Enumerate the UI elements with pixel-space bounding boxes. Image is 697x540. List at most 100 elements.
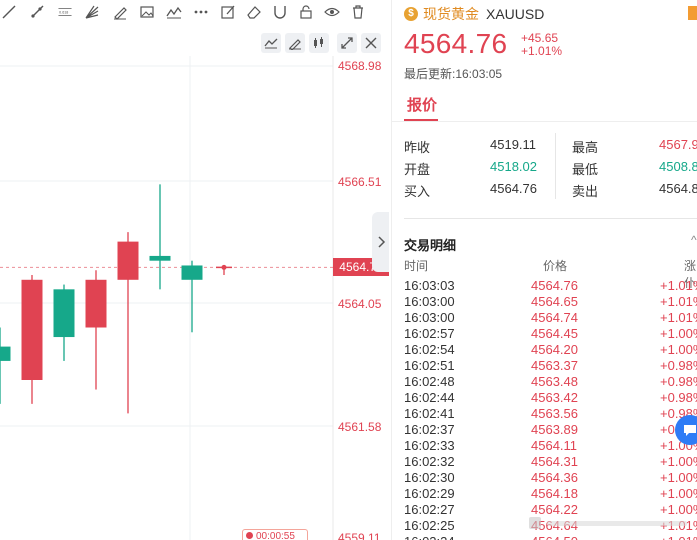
- chart-area[interactable]: 0.618 4568.98 4566.51 4564.05 4561.58 45…: [0, 0, 390, 540]
- change-absolute: +45.65: [521, 31, 559, 45]
- gann-fan-icon[interactable]: [83, 3, 101, 21]
- clock-icon: [246, 532, 253, 539]
- trade-row: 16:02:54 4564.20 +1.00%: [392, 342, 697, 358]
- chat-button[interactable]: [675, 415, 697, 445]
- trade-price: 4564.36: [531, 470, 578, 485]
- trend-line-icon[interactable]: [0, 3, 18, 21]
- trade-price: 4564.50: [531, 534, 578, 540]
- trade-time: 16:02:41: [404, 406, 455, 421]
- y-axis-label: 4564.05: [338, 297, 382, 311]
- close-chart-button[interactable]: [361, 33, 381, 53]
- trade-row: 16:02:57 4564.45 +1.00%: [392, 326, 697, 342]
- bar-countdown: 00:00:55: [242, 529, 308, 540]
- panel-collapse-button[interactable]: [372, 212, 389, 272]
- high-value: 4567.9: [659, 137, 697, 152]
- candle-body: [117, 241, 139, 280]
- trade-row: 16:02:51 4563.37 +0.98%: [392, 358, 697, 374]
- bid-value: 4564.76: [490, 181, 537, 196]
- trade-change: +1.00%: [660, 470, 697, 485]
- watermark-logo: [529, 517, 687, 529]
- y-axis-label: 4568.98: [338, 59, 382, 73]
- candle-body: [21, 279, 43, 380]
- bookmark-icon[interactable]: [688, 6, 697, 20]
- quote-divider: [555, 133, 556, 199]
- trade-price: 4564.31: [531, 454, 578, 469]
- trade-time: 16:02:51: [404, 358, 455, 373]
- ask-value: 4564.8: [659, 181, 697, 196]
- fib-label: 0.618: [59, 10, 68, 14]
- chart-type-button[interactable]: [309, 33, 329, 53]
- draw-toggle-button[interactable]: [285, 33, 305, 53]
- trade-time: 16:02:25: [404, 518, 455, 533]
- tab-divider: [392, 121, 697, 122]
- high-label: 最高: [572, 140, 599, 155]
- trade-time: 16:02:33: [404, 438, 455, 453]
- y-axis-label: 4566.51: [338, 175, 382, 189]
- image-icon[interactable]: [138, 3, 156, 21]
- trade-time: 16:03:00: [404, 294, 455, 309]
- trade-row: 16:03:00 4564.65 +1.01%: [392, 294, 697, 310]
- open-value: 4518.02: [490, 159, 537, 174]
- candle-body: [149, 255, 171, 261]
- bid-label: 买入: [404, 184, 431, 199]
- ask-label: 卖出: [572, 184, 599, 199]
- trade-time: 16:02:44: [404, 390, 455, 405]
- trade-time: 16:02:57: [404, 326, 455, 341]
- trade-price: 4564.76: [531, 278, 578, 293]
- y-axis-label: 4561.58: [338, 420, 382, 434]
- trade-change: +1.01%: [660, 278, 697, 293]
- symbol-code: XAUUSD: [486, 6, 545, 22]
- trade-price: 4564.20: [531, 342, 578, 357]
- indicator-toggle-button[interactable]: [261, 33, 281, 53]
- fullscreen-button[interactable]: [337, 33, 357, 53]
- trade-change: +0.98%: [660, 390, 697, 405]
- brush-icon[interactable]: [111, 3, 129, 21]
- candle-body: [85, 279, 107, 328]
- change-percent: +1.01%: [521, 44, 563, 58]
- trade-change: +1.00%: [660, 454, 697, 469]
- trade-row: 16:02:29 4564.18 +1.00%: [392, 486, 697, 502]
- trade-price: 4564.65: [531, 294, 578, 309]
- trade-change: +1.00%: [660, 326, 697, 341]
- pattern-icon[interactable]: [165, 3, 183, 21]
- trades-title: 交易明细: [404, 238, 457, 253]
- app-root: 0.618 4568.98 4566.51 4564.05 4561.58 45…: [0, 0, 697, 540]
- trade-change: +1.01%: [660, 294, 697, 309]
- trade-time: 16:02:29: [404, 486, 455, 501]
- trade-price: 4564.11: [531, 438, 578, 453]
- fibonacci-icon[interactable]: 0.618: [54, 3, 76, 21]
- trade-time: 16:02:30: [404, 470, 455, 485]
- trade-change: +1.01%: [660, 534, 697, 540]
- eraser-icon[interactable]: [245, 3, 263, 21]
- candle-body: [0, 346, 11, 361]
- magnet-icon[interactable]: [271, 3, 289, 21]
- drawing-toolbar: 0.618: [0, 0, 390, 24]
- trade-row: 16:02:414563.56+0.98%: [392, 406, 697, 422]
- section-divider: [404, 218, 697, 219]
- chevron-right-icon: [377, 236, 385, 248]
- y-axis-label: 4559.11: [338, 531, 381, 540]
- trade-change: +0.98%: [660, 374, 697, 389]
- trade-time: 16:03:03: [404, 278, 455, 293]
- lock-icon[interactable]: [297, 3, 315, 21]
- prev-close-label: 昨收: [404, 140, 431, 155]
- symbol-name: 现货黄金: [423, 6, 479, 22]
- trade-row: 16:02:24 4564.50 +1.01%: [392, 534, 697, 540]
- chevron-up-icon[interactable]: ^: [691, 233, 697, 247]
- ray-icon[interactable]: [28, 3, 46, 21]
- trade-time: 16:03:00: [404, 310, 455, 325]
- open-label: 开盘: [404, 162, 431, 177]
- candlestick-chart[interactable]: [0, 0, 390, 540]
- trash-icon[interactable]: [349, 3, 367, 21]
- eye-icon[interactable]: [323, 3, 341, 21]
- candle-body: [181, 265, 203, 280]
- trade-price: 4563.42: [531, 390, 578, 405]
- prev-close-value: 4519.11: [490, 137, 537, 152]
- trade-price: 4563.89: [531, 422, 578, 437]
- tab-quote[interactable]: 报价: [407, 94, 437, 115]
- more-icon[interactable]: [192, 3, 210, 21]
- trade-price: 4563.48: [531, 374, 578, 389]
- trade-row: 16:03:03 4564.76 +1.01%: [392, 278, 697, 294]
- note-icon[interactable]: [219, 3, 237, 21]
- trade-time: 16:02:27: [404, 502, 455, 517]
